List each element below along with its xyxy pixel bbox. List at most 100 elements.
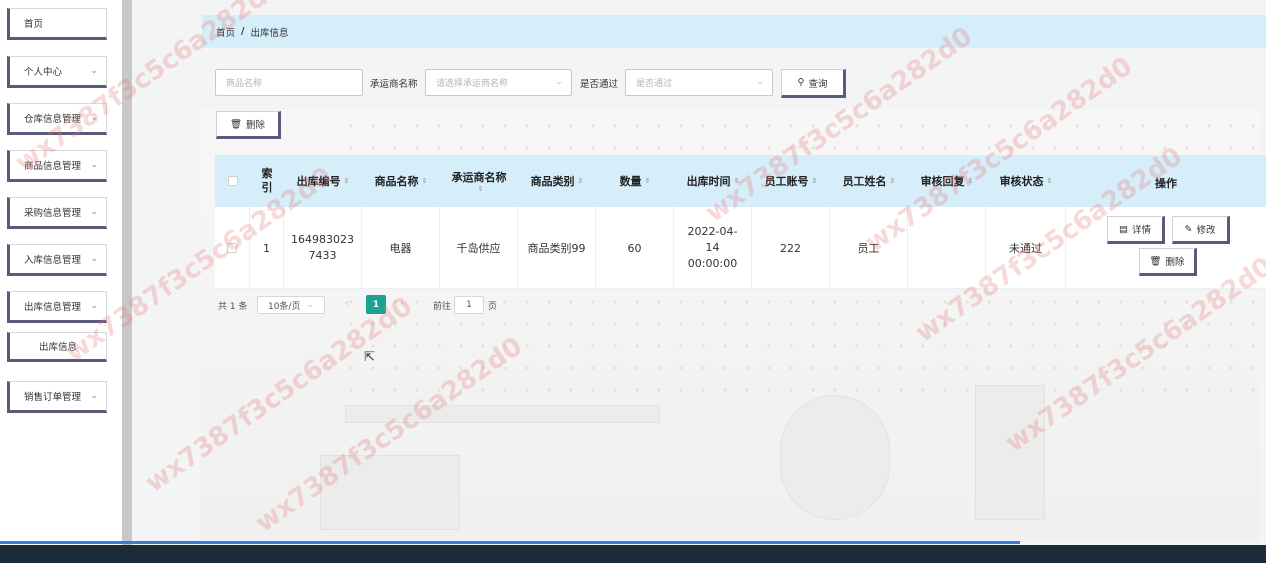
row-delete-button[interactable]: 🗑 删除: [1139, 248, 1197, 276]
sort-icon[interactable]: ⇕: [734, 177, 740, 185]
sort-icon[interactable]: ⇕: [968, 177, 974, 185]
trash-icon: 🗑: [229, 118, 243, 130]
carrier-label: 承运商名称: [370, 79, 418, 90]
col-label: 审核回复: [920, 175, 965, 188]
document-icon: ▤: [1119, 223, 1128, 235]
sidebar-item-purchase[interactable]: 采购信息管理 ⌄: [7, 197, 107, 229]
cell-staff-name: 员工: [830, 207, 908, 289]
goto-label: 前往: [433, 302, 452, 312]
sidebar-item-label: 个人中心: [24, 67, 63, 78]
select-all-cell: [215, 155, 250, 207]
row-select-cell: [215, 207, 250, 289]
page-size-select[interactable]: 10条/页 ⌄: [257, 296, 325, 314]
decor-block: [320, 455, 460, 530]
cell-index: 1: [250, 207, 284, 289]
chevron-down-icon: ⌄: [756, 77, 764, 87]
edit-button[interactable]: ✎ 修改: [1172, 216, 1230, 244]
breadcrumb-separator: /: [241, 26, 245, 37]
cell-staff-account: 222: [752, 207, 830, 289]
chevron-down-icon: ⌄: [90, 254, 98, 264]
goto-page-input[interactable]: 1: [454, 296, 484, 314]
page-number-current[interactable]: 1: [366, 295, 386, 314]
trash-icon: 🗑: [1149, 255, 1162, 267]
col-review-status[interactable]: 审核状态 ⇕: [986, 155, 1066, 207]
sidebar-item-label: 出库信息: [38, 342, 77, 353]
col-label: 商品类别: [530, 175, 575, 188]
sidebar-item-sales-order[interactable]: 销售订单管理 ⌄: [7, 381, 107, 413]
sidebar-item-warehouse[interactable]: 仓库信息管理 ⌄: [7, 103, 107, 135]
sidebar-item-product[interactable]: 商品信息管理 ⌄: [7, 150, 107, 182]
col-carrier[interactable]: 承运商名称 ⇕: [440, 155, 518, 207]
sidebar-item-label: 采购信息管理: [24, 208, 82, 219]
cell-carrier: 千岛供应: [440, 207, 518, 289]
sort-icon[interactable]: ⇕: [478, 185, 484, 193]
sidebar-item-outbound[interactable]: 出库信息管理 ⌄: [7, 291, 107, 323]
sidebar-item-label: 入库信息管理: [24, 255, 82, 266]
col-outbound-no[interactable]: 出库编号 ⇕: [284, 155, 362, 207]
sort-icon[interactable]: ⇕: [645, 177, 651, 185]
product-name-placeholder: 商品名称: [226, 79, 263, 89]
prev-page-icon[interactable]: ‹: [345, 298, 349, 309]
cell-product-name: 电器: [362, 207, 440, 289]
batch-delete-button[interactable]: 🗑 删除: [216, 111, 281, 139]
col-label: 员工账号: [764, 175, 809, 188]
sort-icon[interactable]: ⇕: [344, 177, 350, 185]
row-delete-label: 删除: [1165, 257, 1185, 268]
product-name-input[interactable]: 商品名称: [215, 69, 363, 96]
sidebar-scrollbar[interactable]: [122, 0, 132, 545]
sort-icon[interactable]: ⇕: [1047, 177, 1053, 185]
carrier-placeholder: 请选择承运商名称: [436, 79, 509, 89]
cell-category: 商品类别99: [518, 207, 596, 289]
col-staff-account[interactable]: 员工账号 ⇕: [752, 155, 830, 207]
col-label: 商品名称: [374, 175, 419, 188]
col-label: 出库时间: [686, 175, 731, 188]
col-label: 审核状态: [999, 175, 1044, 188]
passed-select[interactable]: 是否通过 ⌄: [625, 69, 773, 96]
passed-label: 是否通过: [580, 79, 619, 90]
row-checkbox[interactable]: [227, 243, 237, 253]
sidebar-item-home[interactable]: 首页: [7, 8, 107, 40]
sort-icon[interactable]: ⇕: [578, 177, 584, 185]
breadcrumb-home[interactable]: 首页: [216, 25, 235, 39]
select-all-checkbox[interactable]: [227, 176, 238, 186]
next-page-icon[interactable]: ›: [400, 298, 404, 309]
sidebar-item-inbound[interactable]: 入库信息管理 ⌄: [7, 244, 107, 276]
sidebar-item-label: 仓库信息管理: [24, 114, 82, 125]
edit-button-label: 修改: [1196, 225, 1216, 236]
sort-icon[interactable]: ⇕: [812, 177, 818, 185]
col-outbound-time[interactable]: 出库时间 ⇕: [674, 155, 752, 207]
col-staff-name[interactable]: 员工姓名 ⇕: [830, 155, 908, 207]
progress-line: [0, 541, 1020, 544]
sort-icon[interactable]: ⇕: [890, 177, 896, 185]
col-category[interactable]: 商品类别 ⇕: [518, 155, 596, 207]
query-button[interactable]: ⚲ 查询: [781, 69, 846, 98]
col-actions: 操作: [1155, 177, 1177, 190]
sidebar: 首页 个人中心 ⌄ 仓库信息管理 ⌄ 商品信息管理 ⌄ 采购信息管理 ⌄ 入库信…: [0, 0, 122, 545]
col-product-name[interactable]: 商品名称 ⇕: [362, 155, 440, 207]
sidebar-item-label: 出库信息管理: [24, 302, 82, 313]
col-quantity[interactable]: 数量 ⇕: [596, 155, 674, 207]
page-suffix: 页: [488, 302, 498, 312]
sidebar-item-personal-center[interactable]: 个人中心 ⌄: [7, 56, 107, 88]
sidebar-subitem-outbound-info[interactable]: 出库信息: [7, 332, 107, 362]
carrier-select[interactable]: 请选择承运商名称 ⌄: [425, 69, 572, 96]
decor-ring: [780, 395, 890, 520]
detail-button[interactable]: ▤ 详情: [1107, 216, 1165, 244]
taskbar: [0, 545, 1266, 563]
chevron-down-icon: ⌄: [90, 207, 98, 217]
col-review-reply[interactable]: 审核回复 ⇕: [908, 155, 986, 207]
chevron-down-icon: ⌄: [90, 160, 98, 170]
col-label: 数量: [619, 175, 642, 188]
breadcrumb: 首页 / 出库信息: [202, 15, 1266, 48]
sort-icon[interactable]: ⇕: [422, 177, 428, 185]
mouse-cursor-icon: ⇱: [364, 350, 375, 365]
pencil-icon: ✎: [1184, 223, 1193, 235]
query-button-label: 查询: [808, 78, 828, 90]
cell-outbound-time: 2022-04-14 00:00:00: [674, 207, 752, 289]
cell-review-reply: [908, 207, 986, 289]
cell-quantity: 60: [596, 207, 674, 289]
decor-cylinder: [975, 385, 1045, 520]
chevron-down-icon: ⌄: [90, 66, 98, 76]
table-header: 索引 出库编号 ⇕ 商品名称 ⇕ 承运商名称 ⇕ 商品类别 ⇕ 数量 ⇕ 出库时间 ⇕ 员工…: [215, 155, 1266, 207]
decor-shelf: [345, 405, 660, 423]
